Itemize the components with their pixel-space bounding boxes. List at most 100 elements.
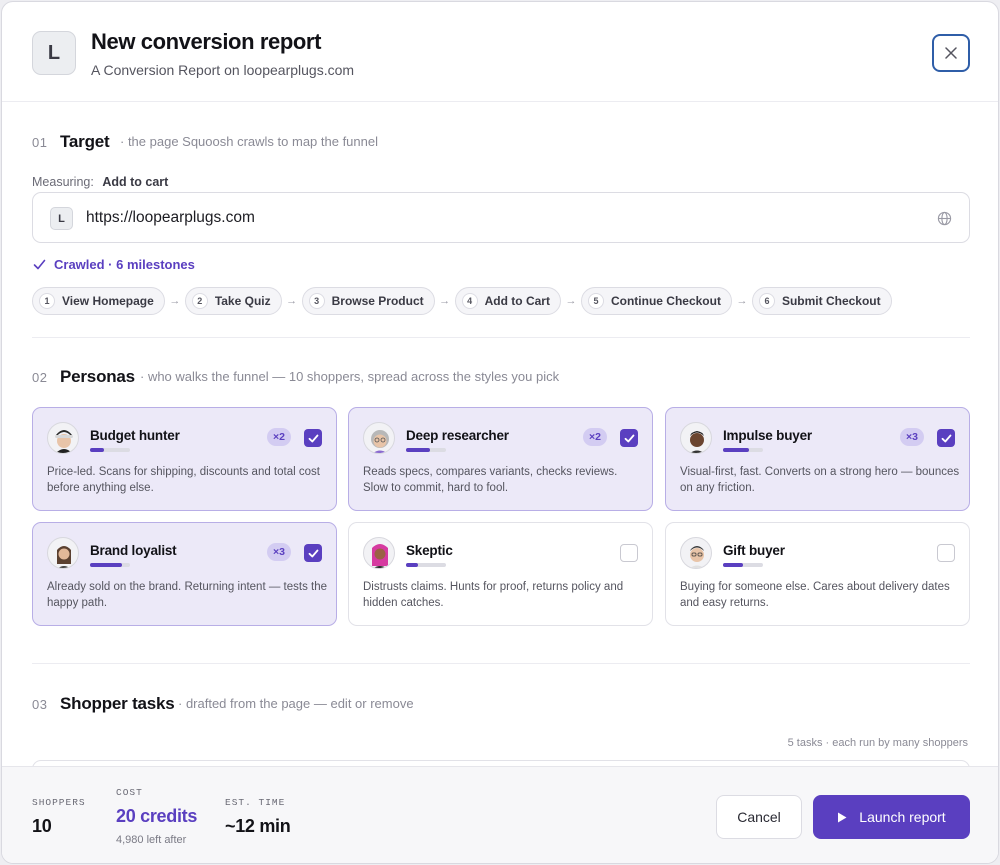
persona-multiplier-badge[interactable]: ×2 bbox=[267, 428, 291, 446]
launch-report-button[interactable]: Launch report bbox=[813, 795, 970, 839]
persona-description: Already sold on the brand. Returning int… bbox=[47, 581, 327, 609]
persona-description: Buying for someone else. Cares about del… bbox=[680, 581, 950, 609]
milestone-chip[interactable]: 5 Continue Checkout bbox=[580, 287, 732, 315]
milestone-number: 5 bbox=[587, 293, 604, 309]
modal-subtitle: A Conversion Report on loopearplugs.com bbox=[91, 62, 355, 78]
section-divider bbox=[32, 337, 970, 338]
persona-description: Distrusts claims. Hunts for proof, retur… bbox=[363, 581, 624, 609]
section-number: 02 bbox=[32, 370, 48, 385]
section-desc-target: · the page Squoosh crawls to map the fun… bbox=[120, 134, 378, 149]
persona-name: Skeptic bbox=[406, 543, 453, 558]
shoppers-label: SHOPPERS bbox=[32, 797, 86, 808]
time-value: ~12 min bbox=[225, 816, 291, 836]
milestone-chip[interactable]: 4 Add to Cart bbox=[454, 287, 561, 315]
checkmark-icon bbox=[624, 434, 634, 442]
milestone-number: 4 bbox=[461, 293, 478, 309]
persona-checkbox[interactable] bbox=[620, 544, 638, 562]
url-favicon: L bbox=[50, 207, 73, 230]
crawl-status: Crawled · 6 milestones bbox=[33, 257, 195, 272]
close-button[interactable] bbox=[932, 34, 970, 72]
persona-card[interactable]: Skeptic Distrusts claims. Hunts for proof… bbox=[348, 522, 653, 626]
impulse-buyer-avatar bbox=[680, 422, 712, 454]
crawl-status-text: Crawled · 6 milestones bbox=[54, 257, 195, 272]
url-input[interactable] bbox=[86, 209, 906, 227]
cost-label: COST bbox=[116, 787, 143, 798]
milestone-chip[interactable]: 2 Take Quiz bbox=[184, 287, 282, 315]
persona-name: Budget hunter bbox=[90, 428, 180, 443]
persona-checkbox[interactable] bbox=[937, 544, 955, 562]
persona-level-bar bbox=[90, 448, 130, 452]
persona-multiplier-badge[interactable]: ×2 bbox=[583, 428, 607, 446]
close-icon bbox=[945, 47, 957, 59]
arrow-right-icon: → bbox=[286, 295, 298, 307]
budget-hunter-avatar bbox=[47, 422, 79, 454]
arrow-right-icon: → bbox=[169, 295, 181, 307]
shoppers-value: 10 bbox=[32, 816, 52, 836]
deep-researcher-avatar bbox=[363, 422, 395, 454]
section-desc-personas: · who walks the funnel — 10 shoppers, sp… bbox=[140, 369, 560, 384]
checkmark-icon bbox=[941, 434, 951, 442]
url-field[interactable]: L bbox=[32, 192, 970, 243]
persona-name: Gift buyer bbox=[723, 543, 785, 558]
arrow-right-icon: → bbox=[565, 295, 577, 307]
measuring-label: Measuring: bbox=[32, 175, 94, 189]
conversion-report-modal: L New conversion report A Conversion Rep… bbox=[1, 1, 999, 864]
milestone-label: Browse Product bbox=[331, 294, 424, 308]
section-title-tasks: Shopper tasks bbox=[60, 694, 175, 713]
persona-name: Brand loyalist bbox=[90, 543, 177, 558]
persona-checkbox[interactable] bbox=[304, 429, 322, 447]
persona-card[interactable]: Impulse buyer ×3 Visual-first, fast. Conve… bbox=[665, 407, 970, 511]
milestone-number: 3 bbox=[308, 293, 325, 309]
globe-icon[interactable] bbox=[937, 211, 952, 226]
gift-buyer-avatar bbox=[680, 537, 712, 569]
persona-level-bar bbox=[723, 448, 763, 452]
cancel-button[interactable]: Cancel bbox=[716, 795, 802, 839]
arrow-right-icon: → bbox=[736, 295, 748, 307]
persona-level-bar bbox=[406, 448, 446, 452]
persona-multiplier-badge[interactable]: ×3 bbox=[267, 543, 291, 561]
modal-title: New conversion report bbox=[91, 29, 321, 54]
section-title-personas: Personas bbox=[60, 367, 135, 386]
checkmark-icon bbox=[308, 549, 318, 557]
check-icon bbox=[33, 259, 46, 270]
checkmark-icon bbox=[308, 434, 318, 442]
persona-card[interactable]: Brand loyalist ×3 Already sold on the bran… bbox=[32, 522, 337, 626]
persona-card[interactable]: Gift buyer Buying for someone else. Cares… bbox=[665, 522, 970, 626]
skeptic-avatar bbox=[363, 537, 395, 569]
section-divider bbox=[32, 663, 970, 664]
persona-description: Price-led. Scans for shipping, discounts… bbox=[47, 466, 320, 494]
persona-card[interactable]: Deep researcher ×2 Reads specs, compares v… bbox=[348, 407, 653, 511]
measuring-row: Measuring: Add to cart bbox=[32, 175, 168, 189]
persona-multiplier-badge[interactable]: ×3 bbox=[900, 428, 924, 446]
play-icon bbox=[838, 812, 847, 822]
site-logo: L bbox=[32, 31, 76, 75]
persona-description: Visual-first, fast. Converts on a strong… bbox=[680, 466, 960, 494]
section-number: 01 bbox=[32, 135, 48, 150]
section-number: 03 bbox=[32, 697, 48, 712]
persona-checkbox[interactable] bbox=[937, 429, 955, 447]
milestone-chip[interactable]: 6 Submit Checkout bbox=[751, 287, 892, 315]
milestone-label: Continue Checkout bbox=[610, 294, 721, 308]
persona-level-bar bbox=[406, 563, 446, 567]
persona-checkbox[interactable] bbox=[620, 429, 638, 447]
milestone-number: 2 bbox=[191, 293, 208, 309]
section-title-target: Target bbox=[60, 132, 110, 151]
milestone-number: 1 bbox=[39, 293, 55, 309]
milestone-list: 1 View Homepage → 2 Take Quiz → 3 Browse Produc… bbox=[32, 287, 892, 315]
arrow-right-icon: → bbox=[439, 295, 451, 307]
launch-report-label: Launch report bbox=[859, 809, 946, 825]
measuring-value[interactable]: Add to cart bbox=[102, 175, 168, 189]
milestone-label: Submit Checkout bbox=[781, 294, 881, 308]
milestone-label: View Homepage bbox=[62, 294, 154, 308]
milestone-number: 6 bbox=[758, 293, 775, 309]
milestone-label: Add to Cart bbox=[484, 294, 550, 308]
milestone-chip[interactable]: 3 Browse Product bbox=[301, 287, 435, 315]
modal-footer: SHOPPERS 10 COST 20 credits 4,980 left a… bbox=[2, 766, 998, 863]
persona-name: Deep researcher bbox=[406, 428, 509, 443]
persona-checkbox[interactable] bbox=[304, 544, 322, 562]
time-label: EST. TIME bbox=[225, 797, 286, 808]
milestone-chip[interactable]: 1 View Homepage bbox=[32, 287, 165, 315]
persona-name: Impulse buyer bbox=[723, 428, 812, 443]
persona-card[interactable]: Budget hunter ×2 Price-led. Scans for ship… bbox=[32, 407, 337, 511]
persona-description: Reads specs, compares variants, checks r… bbox=[363, 466, 618, 494]
